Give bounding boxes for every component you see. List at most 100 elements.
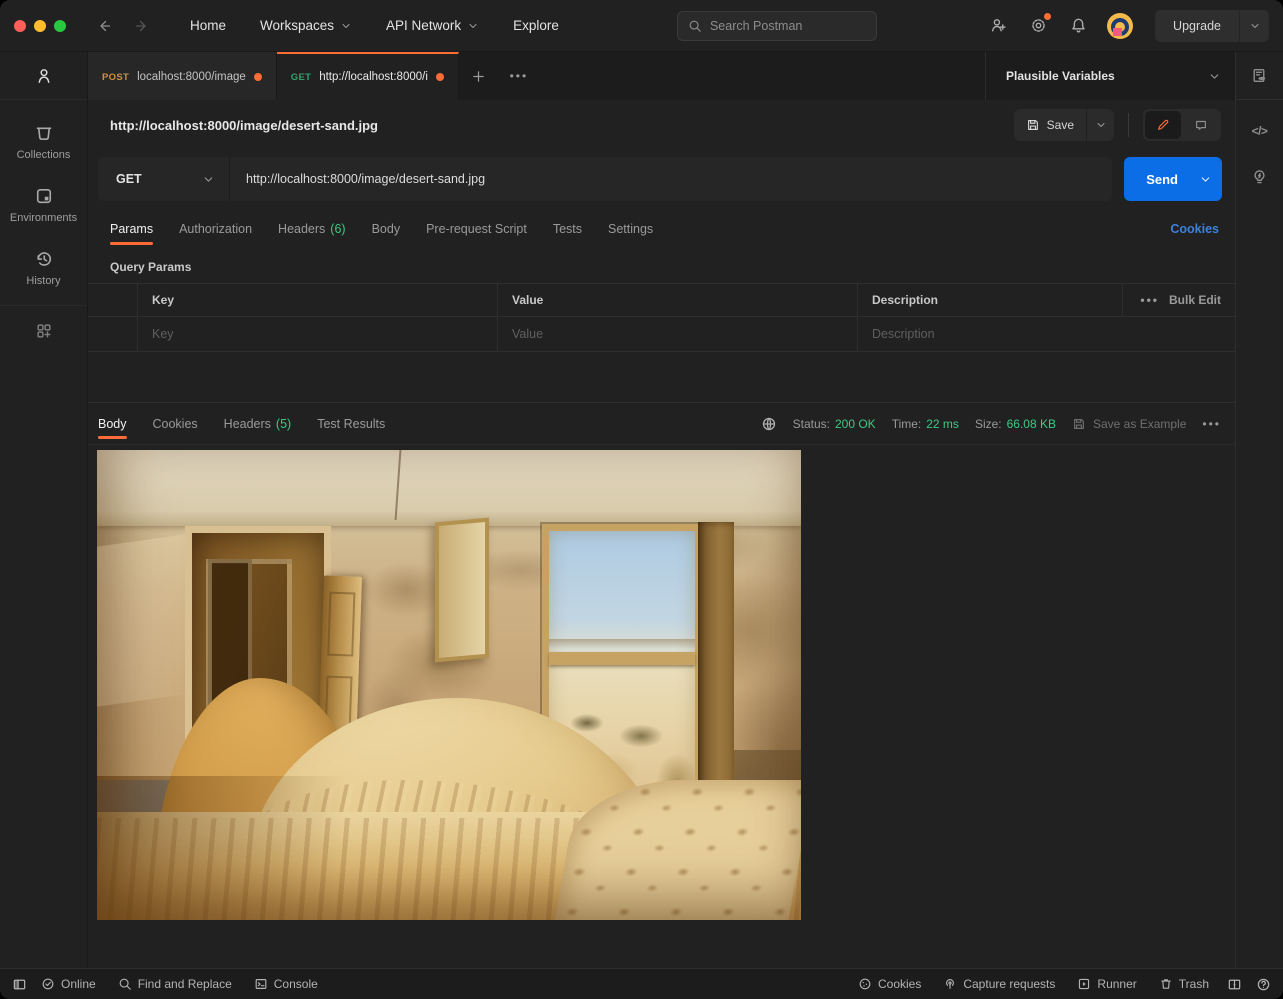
response-options-dots-icon[interactable]: ••• xyxy=(1202,418,1221,430)
window-controls xyxy=(14,20,66,32)
param-value-input[interactable] xyxy=(512,327,843,341)
save-button[interactable]: Save xyxy=(1014,109,1086,141)
tab-params[interactable]: Params xyxy=(110,208,153,250)
search-input[interactable] xyxy=(710,19,866,33)
response-meta: Status:200 OK Time:22 ms Size:66.08 KB S… xyxy=(761,403,1221,444)
console-button[interactable]: Console xyxy=(254,977,318,991)
code-snippet-icon[interactable]: </> xyxy=(1236,108,1283,154)
find-and-replace-button[interactable]: Find and Replace xyxy=(118,977,232,991)
layout-panes-icon[interactable] xyxy=(1227,977,1242,992)
online-status[interactable]: Online xyxy=(41,977,96,991)
query-params-label: Query Params xyxy=(88,250,1235,283)
sidebar-item-collections[interactable]: Collections xyxy=(0,110,87,173)
postman-window: Home Workspaces API Network Explore Upgr… xyxy=(0,0,1283,999)
environment-selector[interactable]: Plausible Variables xyxy=(985,52,1235,100)
save-menu-chevron-icon[interactable] xyxy=(1086,109,1114,141)
bolt-lightbulb-icon[interactable] xyxy=(1236,154,1283,200)
request-tabs: Params Authorization Headers(6) Body Pre… xyxy=(88,208,1235,250)
capture-requests-button[interactable]: Capture requests xyxy=(943,977,1055,991)
help-icon[interactable] xyxy=(1256,977,1271,992)
tab-authorization[interactable]: Authorization xyxy=(179,208,252,250)
column-header-value: Value xyxy=(497,284,857,316)
request-tab-strip: POST localhost:8000/image GET http://loc… xyxy=(88,52,1235,100)
response-body xyxy=(88,445,1235,968)
tab-body[interactable]: Body xyxy=(372,208,401,250)
runner-button[interactable]: Runner xyxy=(1077,977,1136,991)
search-icon xyxy=(688,19,702,33)
zoom-window-button[interactable] xyxy=(54,20,66,32)
my-workspace-user-icon[interactable] xyxy=(0,52,87,100)
cookie-icon xyxy=(858,977,872,991)
console-icon xyxy=(254,977,268,991)
globe-icon[interactable] xyxy=(761,416,777,432)
param-description-input[interactable] xyxy=(872,327,1108,341)
comment-icon[interactable] xyxy=(1183,111,1219,139)
status-bar: Online Find and Replace Console Cookies … xyxy=(0,968,1283,999)
param-key-input[interactable] xyxy=(152,327,483,341)
notifications-bell-icon[interactable] xyxy=(1063,11,1093,41)
nav-explore[interactable]: Explore xyxy=(501,12,571,39)
response-tab-cookies[interactable]: Cookies xyxy=(153,403,198,444)
nav-api-network[interactable]: API Network xyxy=(374,12,491,39)
response-image xyxy=(97,450,801,920)
close-window-button[interactable] xyxy=(14,20,26,32)
invite-user-icon[interactable] xyxy=(983,11,1013,41)
response-tab-test-results[interactable]: Test Results xyxy=(317,403,385,444)
top-bar-actions: Upgrade xyxy=(983,10,1269,42)
response-tabs: Body Cookies Headers(5) Test Results Sta… xyxy=(88,403,1235,445)
method-select[interactable]: GET xyxy=(98,157,230,201)
trash-icon xyxy=(1159,977,1173,991)
environment-quick-look-icon[interactable] xyxy=(1236,52,1283,100)
bulk-edit-button[interactable]: Bulk Edit xyxy=(1169,293,1221,307)
right-sidebar: </> xyxy=(1235,52,1283,968)
tab-get-localhost-image-active[interactable]: GET http://localhost:8000/i xyxy=(277,52,459,100)
sidebar-item-history[interactable]: History xyxy=(0,236,87,299)
search-icon xyxy=(118,977,132,991)
url-input[interactable] xyxy=(246,172,1096,186)
minimize-window-button[interactable] xyxy=(34,20,46,32)
settings-notification-dot xyxy=(1044,13,1051,20)
send-button[interactable]: Send xyxy=(1124,157,1188,201)
toggle-sidebar-icon[interactable] xyxy=(12,977,27,992)
nav-home[interactable]: Home xyxy=(178,12,238,39)
tab-options-dots-icon[interactable]: ••• xyxy=(499,52,539,100)
save-as-example-button[interactable]: Save as Example xyxy=(1072,417,1186,431)
upgrade-button[interactable]: Upgrade xyxy=(1155,10,1239,42)
request-title: http://localhost:8000/image/desert-sand.… xyxy=(110,118,1014,133)
params-options-dots-icon[interactable]: ••• xyxy=(1140,294,1159,306)
history-icon xyxy=(34,249,54,269)
cookies-button[interactable]: Cookies xyxy=(858,977,921,991)
column-header-key: Key xyxy=(137,284,497,316)
trash-button[interactable]: Trash xyxy=(1159,977,1209,991)
forward-icon[interactable] xyxy=(126,14,158,38)
divider xyxy=(1128,113,1129,137)
left-sidebar: Collections Environments History xyxy=(0,52,88,968)
unsaved-changes-dot xyxy=(254,73,262,81)
upgrade-split-button: Upgrade xyxy=(1155,10,1269,42)
response-tab-body[interactable]: Body xyxy=(98,403,127,444)
response-pane: Body Cookies Headers(5) Test Results Sta… xyxy=(88,402,1235,968)
save-floppy-icon xyxy=(1026,118,1040,132)
edit-pencil-icon[interactable] xyxy=(1145,111,1181,139)
global-search[interactable] xyxy=(677,11,877,41)
avatar[interactable] xyxy=(1107,13,1133,39)
send-menu-chevron-icon[interactable] xyxy=(1188,157,1222,201)
sidebar-item-environments[interactable]: Environments xyxy=(0,173,87,236)
settings-gear-icon[interactable] xyxy=(1023,11,1053,41)
new-tab-plus-icon[interactable] xyxy=(459,52,499,100)
cookies-link[interactable]: Cookies xyxy=(1170,208,1219,250)
tab-tests[interactable]: Tests xyxy=(553,208,582,250)
tab-post-localhost-image[interactable]: POST localhost:8000/image xyxy=(88,52,277,100)
upgrade-menu-chevron-icon[interactable] xyxy=(1239,10,1269,42)
tab-pre-request-script[interactable]: Pre-request Script xyxy=(426,208,527,250)
send-split-button: Send xyxy=(1124,157,1222,201)
unsaved-changes-dot xyxy=(436,73,444,81)
response-tab-headers[interactable]: Headers(5) xyxy=(224,403,292,444)
tab-headers[interactable]: Headers(6) xyxy=(278,208,346,250)
collections-icon xyxy=(34,123,54,143)
tab-settings[interactable]: Settings xyxy=(608,208,653,250)
nav-workspaces[interactable]: Workspaces xyxy=(248,12,364,39)
edit-comment-toggle xyxy=(1143,109,1221,141)
back-icon[interactable] xyxy=(88,14,120,38)
configure-sidebar-icon[interactable] xyxy=(0,305,87,340)
